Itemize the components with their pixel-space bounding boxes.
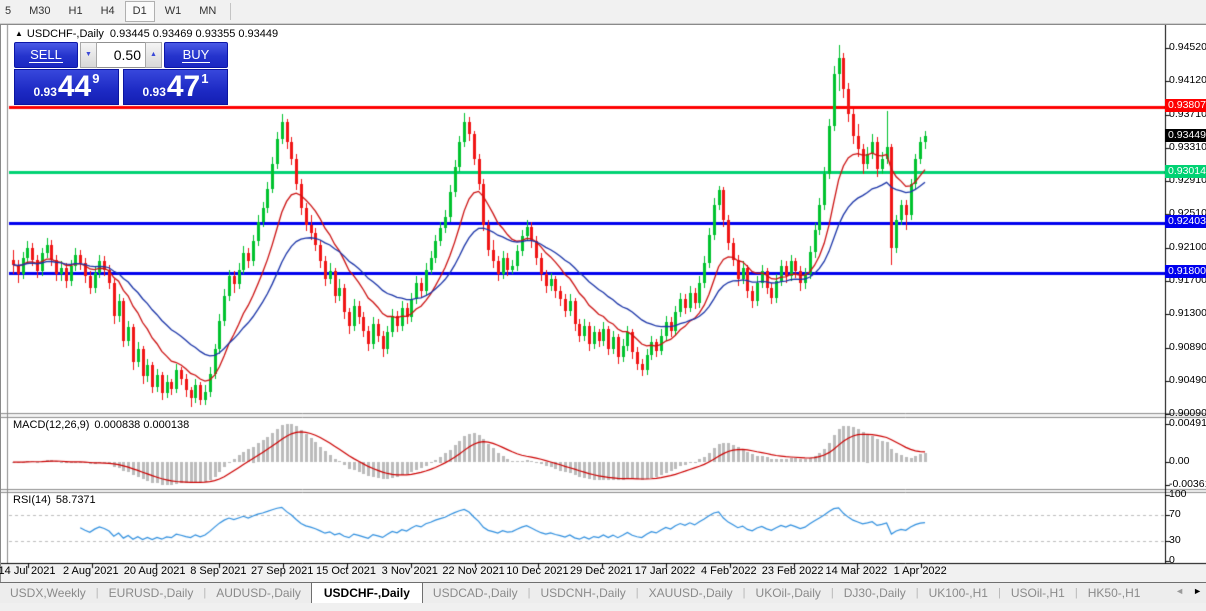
chart-window <box>0 24 1206 583</box>
volume-spinner: ▼ ▲ <box>80 42 162 68</box>
timeframe-h4[interactable]: H4 <box>93 1 123 22</box>
sell-price-main: 44 <box>57 70 92 103</box>
tab-usoil-h1[interactable]: USOil-,H1 <box>1001 584 1075 602</box>
timeframe-d1[interactable]: D1 <box>124 1 155 22</box>
sell-price-pipette: 9 <box>92 71 100 86</box>
sell-price-tile[interactable]: 0.93 44 9 <box>14 69 119 105</box>
toolbar-separator <box>230 3 232 20</box>
buy-price-prefix: 0.93 <box>142 85 166 99</box>
tab-eurusd-daily[interactable]: EURUSD-,Daily <box>99 584 204 602</box>
sell-button[interactable]: SELL <box>14 42 78 68</box>
tab-usdcad-daily[interactable]: USDCAD-,Daily <box>423 584 528 602</box>
tabbar-arrows: ◄ ► <box>1175 586 1202 596</box>
timeframe-5[interactable]: 5 <box>0 1 19 22</box>
buy-price-pipette: 1 <box>201 71 209 86</box>
buy-button[interactable]: BUY <box>164 42 228 68</box>
tab-dj30-daily[interactable]: DJ30-,Daily <box>834 584 916 602</box>
tab-usdchf-daily[interactable]: USDCHF-,Daily <box>310 583 423 603</box>
tabs-scroll-left-icon[interactable]: ◄ <box>1175 586 1184 596</box>
timeframe-toolbar: 5 M30 H1 H4 D1 W1 MN <box>0 0 1206 24</box>
buy-price-main: 47 <box>166 70 201 103</box>
tab-ukoil-daily[interactable]: UKOil-,Daily <box>746 584 831 602</box>
buy-price-tile[interactable]: 0.93 47 1 <box>123 69 228 105</box>
volume-increase-button[interactable]: ▲ <box>145 42 162 68</box>
timeframe-mn[interactable]: MN <box>191 1 224 22</box>
volume-decrease-button[interactable]: ▼ <box>80 42 97 68</box>
tab-usdcnh-daily[interactable]: USDCNH-,Daily <box>530 584 635 602</box>
tab-xauusd-daily[interactable]: XAUUSD-,Daily <box>639 584 743 602</box>
tab-usdx-weekly[interactable]: USDX,Weekly <box>0 584 96 602</box>
timeframe-h1[interactable]: H1 <box>61 1 91 22</box>
tabs-scroll-right-icon[interactable]: ► <box>1193 586 1202 596</box>
timeframe-w1[interactable]: W1 <box>157 1 190 22</box>
timeframe-m30[interactable]: M30 <box>21 1 58 22</box>
sell-price-prefix: 0.93 <box>33 85 57 99</box>
tab-audusd-daily[interactable]: AUDUSD-,Daily <box>206 584 311 602</box>
volume-input[interactable] <box>97 42 145 68</box>
tab-hk50-h1[interactable]: HK50-,H1 <box>1078 584 1151 602</box>
chart-tabbar: USDX,Weekly | EURUSD-,Daily | AUDUSD-,Daily … <box>0 582 1206 603</box>
one-click-trading-panel: SELL ▼ ▲ BUY 0.93 44 9 0.93 47 1 <box>14 42 228 105</box>
price-chart-canvas[interactable] <box>1 25 1206 583</box>
tab-uk100-h1[interactable]: UK100-,H1 <box>919 584 998 602</box>
